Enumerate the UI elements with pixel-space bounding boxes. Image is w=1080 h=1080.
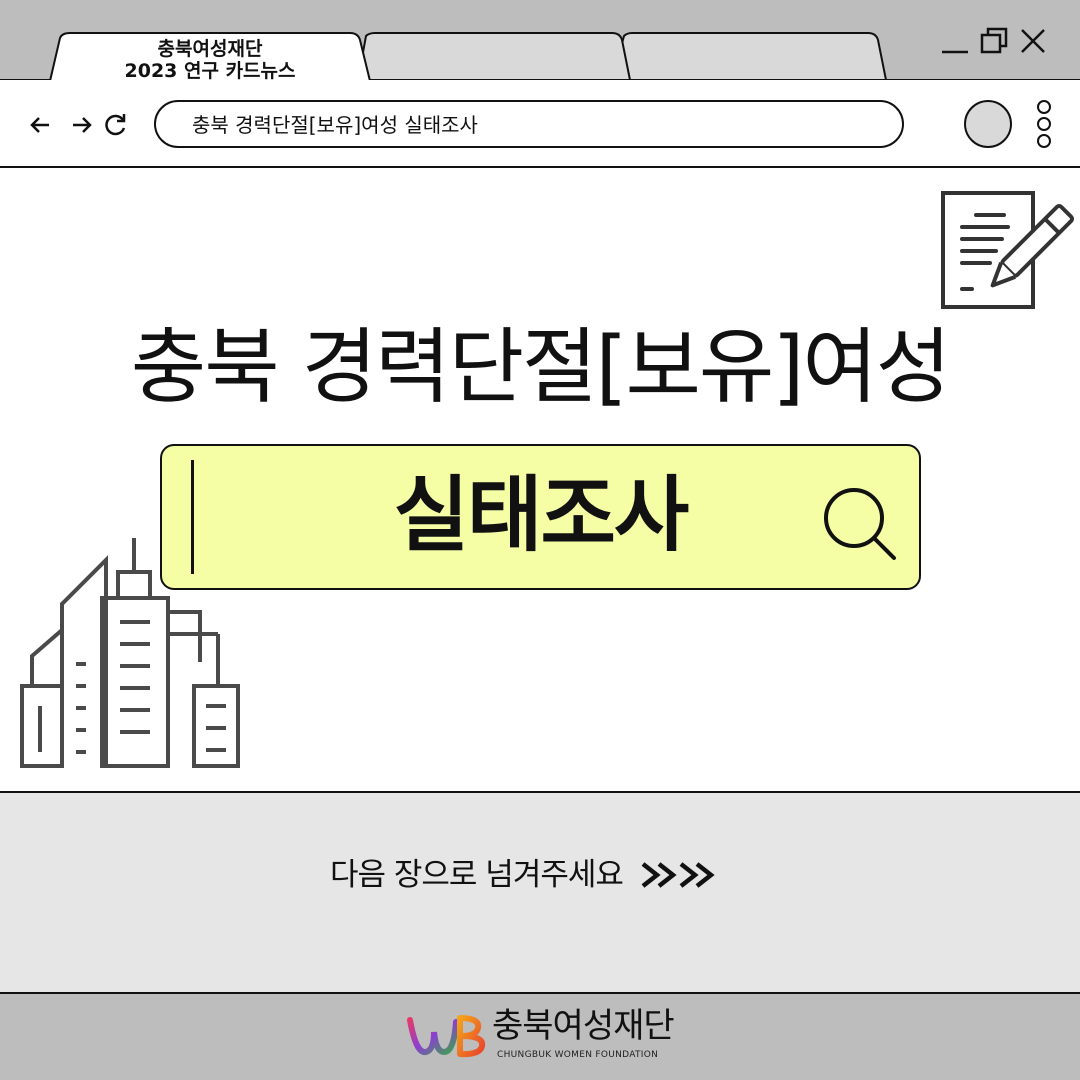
- profile-avatar[interactable]: [964, 100, 1012, 148]
- next-page-prompt[interactable]: 다음 장으로 넘겨주세요: [330, 855, 715, 895]
- page-content: 충북 경력단절[보유]여성 실태조사: [0, 168, 1080, 791]
- search-icon[interactable]: [822, 486, 898, 562]
- back-arrow-icon[interactable]: [26, 110, 56, 140]
- logo-korean-name: 충북여성재단: [492, 1006, 675, 1046]
- next-page-text: 다음 장으로 넘겨주세요: [330, 857, 624, 893]
- logo-bar: 충북여성재단 CHUNGBUK WOMEN FOUNDATION: [0, 994, 1080, 1080]
- forward-arrow-icon[interactable]: [66, 110, 96, 140]
- foundation-logo-icon: [407, 1015, 486, 1058]
- headline: 충북 경력단절[보유]여성: [130, 320, 951, 415]
- tab-title-line1: 충북여성재단: [157, 38, 263, 60]
- search-box[interactable]: 실태조사: [160, 444, 921, 590]
- reload-icon[interactable]: [100, 110, 130, 140]
- browser-toolbar: 충북 경력단절[보유]여성 실태조사: [0, 80, 1080, 168]
- double-chevron-right-icon: [641, 862, 715, 888]
- address-text: 충북 경력단절[보유]여성 실태조사: [192, 113, 478, 137]
- tab-inactive-2[interactable]: [628, 34, 878, 79]
- browser-title-bar: 충북여성재단 2023 연구 카드뉴스: [0, 0, 1080, 82]
- search-text: 실태조사: [393, 468, 690, 563]
- buildings-icon: [20, 538, 240, 768]
- document-pen-icon: [941, 191, 1074, 309]
- tab-active[interactable]: 충북여성재단 2023 연구 카드뉴스: [60, 38, 360, 82]
- address-bar[interactable]: 충북 경력단절[보유]여성 실태조사: [154, 100, 904, 148]
- logo-english-name: CHUNGBUK WOMEN FOUNDATION: [497, 1050, 659, 1060]
- next-page-strip: 다음 장으로 넘겨주세요: [0, 791, 1080, 994]
- tab-inactive-1[interactable]: [366, 34, 616, 79]
- more-menu-icon[interactable]: [1034, 100, 1054, 150]
- tab-title-line2: 2023 연구 카드뉴스: [124, 60, 296, 82]
- close-icon[interactable]: [1016, 24, 1050, 58]
- restore-icon[interactable]: [978, 24, 1012, 58]
- minimize-icon[interactable]: [938, 24, 972, 58]
